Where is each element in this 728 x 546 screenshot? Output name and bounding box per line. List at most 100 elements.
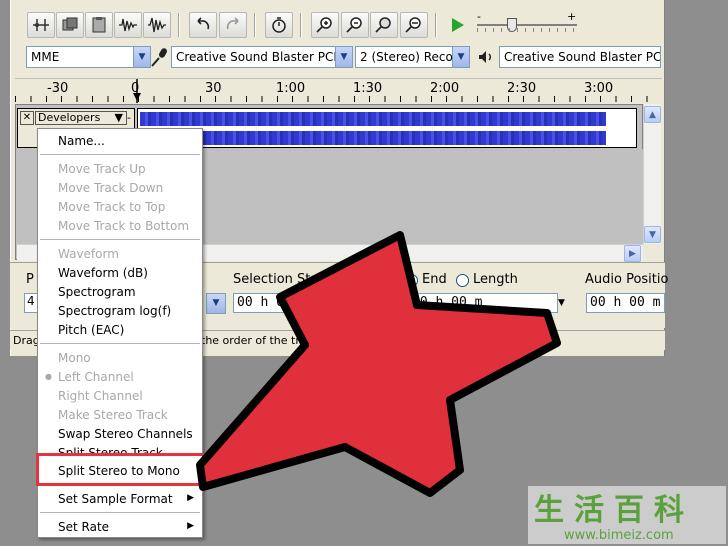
silence-button[interactable] [114, 12, 142, 38]
audio-position-field[interactable]: 00 h 00 m [586, 293, 665, 313]
track-collapse-button[interactable]: - [127, 111, 135, 125]
output-device-select[interactable]: Creative Sound Blaster PCI: S ▼ [171, 46, 353, 68]
play-head-icon [133, 79, 141, 103]
input-device-value: Creative Sound Blaster PCI [504, 50, 661, 64]
chevron-down-icon: ▼ [335, 47, 352, 67]
waveform-icon [119, 18, 137, 32]
timeline-ruler[interactable]: -30 0 30 1:00 1:30 2:00 2:30 3:00 [15, 78, 662, 103]
input-device-select[interactable]: Creative Sound Blaster PCI [499, 46, 661, 68]
timer-icon [272, 17, 286, 33]
output-device-value: Creative Sound Blaster PCI: S [176, 50, 353, 64]
ruler-tick: 3:00 [584, 81, 614, 96]
fit-selection-icon [375, 17, 391, 33]
watermark-chars: 生活百科 [534, 493, 694, 528]
menu-item-mono[interactable]: Mono [58, 351, 91, 365]
track-name-menu-button[interactable]: Developers ▼ [35, 111, 127, 125]
ruler-tick: 2:30 [507, 81, 537, 96]
undo-button[interactable] [189, 12, 217, 38]
trim-button[interactable] [27, 12, 55, 38]
menu-item-waveform-db[interactable]: Waveform (dB) [58, 266, 148, 280]
zoom-in-button[interactable] [311, 12, 339, 38]
menu-item-set-rate[interactable]: Set Rate [58, 520, 109, 534]
host-value: MME [31, 50, 60, 64]
toolbar-separator [435, 13, 437, 37]
scroll-up-icon[interactable]: ▲ [644, 106, 661, 123]
redo-icon [226, 17, 239, 30]
toolbar-separator [254, 13, 256, 37]
watermark-url: www.bimeiz.com [564, 528, 674, 543]
ruler-tick: 1:00 [276, 81, 306, 96]
play-button[interactable] [443, 12, 471, 38]
project-rate-label: P [26, 272, 34, 287]
fit-selection-button[interactable] [370, 12, 398, 38]
menu-separator [40, 239, 200, 241]
fit-project-button[interactable] [400, 12, 428, 38]
waveform-button[interactable] [143, 12, 171, 38]
copy-icon [62, 17, 78, 31]
paste-icon [92, 17, 106, 33]
menu-item-spectrogram[interactable]: Spectrogram [58, 285, 136, 299]
watermark-logo: 生活百科 www.bimeiz.com [528, 486, 726, 544]
host-select[interactable]: MME ▼ [26, 46, 151, 68]
slider-minus: - [477, 10, 481, 23]
chevron-down-icon: ▼ [114, 111, 123, 124]
ruler-minor-ticks [15, 96, 662, 102]
menu-separator [40, 343, 200, 345]
slider-plus: + [567, 10, 577, 23]
menu-item-move-track-down[interactable]: Move Track Down [58, 181, 163, 195]
vertical-scrollbar[interactable]: ▲ ▼ [643, 104, 661, 244]
menu-item-name[interactable]: Name... [58, 134, 105, 148]
sync-lock-button[interactable] [265, 12, 293, 38]
zoom-out-button[interactable] [341, 12, 369, 38]
right-channel-waveform [140, 131, 606, 145]
track-name: Developers [38, 111, 101, 124]
status-text-left: Drag [13, 334, 40, 347]
play-icon [452, 18, 464, 32]
zoom-in-icon [316, 17, 332, 33]
waveform-display[interactable] [137, 108, 637, 148]
paste-button[interactable] [85, 12, 113, 38]
menu-item-move-track-to-bottom[interactable]: Move Track to Bottom [58, 219, 189, 233]
microphone-icon [149, 46, 171, 68]
menu-item-spectrogram-log[interactable]: Spectrogram log(f) [58, 304, 171, 318]
menu-item-swap-stereo-channels[interactable]: Swap Stereo Channels [58, 427, 193, 441]
toolbar-separator [300, 13, 302, 37]
channels-select[interactable]: 2 (Stereo) Recorc ▼ [355, 46, 470, 68]
arrow-pointer-icon [196, 231, 561, 497]
channels-value: 2 (Stereo) Recorc [360, 50, 465, 64]
fit-project-icon [405, 17, 421, 33]
toolbar-separator [178, 13, 180, 37]
menu-item-right-channel[interactable]: Right Channel [58, 389, 143, 403]
highlight-box [36, 453, 206, 486]
track-close-button[interactable]: ✕ [20, 111, 34, 125]
menu-separator [40, 512, 200, 514]
redo-button[interactable] [219, 12, 247, 38]
chevron-down-icon: ▼ [133, 47, 150, 67]
bullet-icon: ● [45, 372, 52, 381]
ruler-tick: 1:30 [353, 81, 383, 96]
waveform2-icon [148, 17, 166, 33]
menu-item-make-stereo-track[interactable]: Make Stereo Track [58, 408, 168, 422]
speaker-icon [477, 48, 495, 66]
left-channel-waveform [140, 112, 606, 126]
undo-icon [197, 17, 210, 30]
scroll-right-icon[interactable]: ▶ [624, 245, 641, 262]
scroll-down-icon[interactable]: ▼ [644, 226, 661, 243]
audio-position-label: Audio Positio [585, 272, 669, 287]
project-rate-field[interactable]: 4 [24, 293, 38, 313]
playback-slider-track[interactable] [477, 24, 577, 26]
menu-item-set-sample-format[interactable]: Set Sample Format [58, 492, 173, 506]
ruler-tick: -30 [47, 81, 69, 96]
chevron-down-icon: ▼ [452, 47, 469, 67]
copy-button[interactable] [56, 12, 84, 38]
playback-slider-ticks [477, 28, 577, 32]
ruler-tick: 2:00 [430, 81, 460, 96]
ruler-tick: 30 [205, 81, 222, 96]
menu-item-move-track-up[interactable]: Move Track Up [58, 162, 146, 176]
zoom-out-icon [346, 17, 362, 33]
menu-item-left-channel[interactable]: Left Channel [58, 370, 134, 384]
menu-item-waveform[interactable]: Waveform [58, 247, 119, 261]
menu-separator [40, 154, 200, 156]
menu-item-move-track-to-top[interactable]: Move Track to Top [58, 200, 165, 214]
menu-item-pitch-eac[interactable]: Pitch (EAC) [58, 323, 124, 337]
